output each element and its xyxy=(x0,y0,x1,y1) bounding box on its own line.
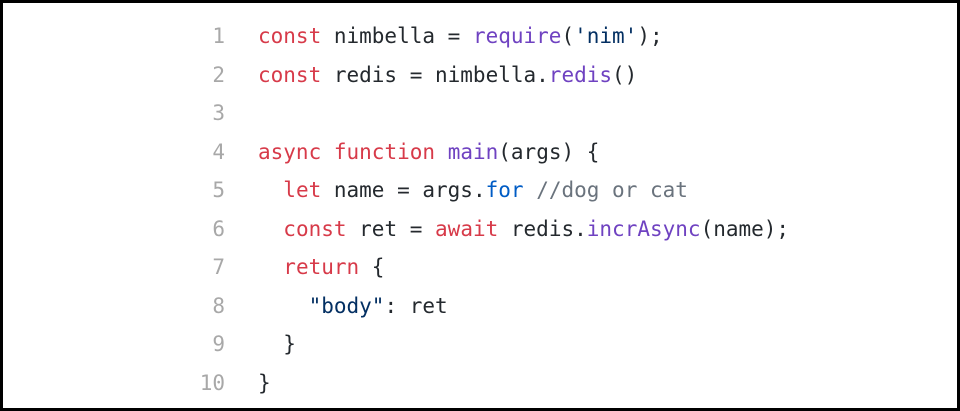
code-token: 'nim' xyxy=(574,24,638,48)
line-number: 9 xyxy=(212,332,225,356)
code-line: 6 const ret = await redis.incrAsync(name… xyxy=(3,210,957,249)
code-line-content: const nimbella = require('nim'); xyxy=(258,17,663,56)
code-token: redis xyxy=(548,62,613,87)
code-token: redis. xyxy=(498,216,587,241)
code-line-content: } xyxy=(258,325,296,364)
code-token: : ret xyxy=(384,293,448,318)
line-number: 7 xyxy=(212,255,225,279)
code-token: () xyxy=(612,62,638,87)
code-line: 1 const nimbella = require('nim'); xyxy=(3,17,957,56)
code-line-content: return { xyxy=(258,248,384,287)
code-token: const xyxy=(283,216,347,241)
line-number: 8 xyxy=(212,293,225,318)
code-line-content: const redis = nimbella.redis() xyxy=(258,56,637,95)
line-number: 2 xyxy=(212,62,225,87)
code-token: await xyxy=(435,216,499,241)
code-token: ret = xyxy=(346,216,436,241)
line-number: 6 xyxy=(212,216,225,241)
code-token: let xyxy=(283,178,322,202)
code-line-content: } xyxy=(258,364,271,403)
code-token: (name); xyxy=(700,216,790,241)
code-line: 2 const redis = nimbella.redis() xyxy=(3,56,957,95)
code-token: const xyxy=(258,62,322,87)
code-line-content: "body": ret xyxy=(258,287,448,326)
code-token: nimbella = xyxy=(321,24,473,48)
line-number: 3 xyxy=(212,101,225,125)
code-token: } xyxy=(258,370,271,395)
code-token: "body" xyxy=(308,293,385,318)
code-token: (args) { xyxy=(498,139,600,164)
code-token: ( xyxy=(561,24,575,48)
code-line-content: const ret = await redis.incrAsync(name); xyxy=(258,210,789,249)
code-token: { xyxy=(359,255,385,279)
code-token: function xyxy=(333,139,436,164)
code-line: 7 return { xyxy=(3,248,957,287)
code-line: 4 async function main(args) { xyxy=(3,133,957,172)
code-token: incrAsync xyxy=(586,216,701,241)
code-token: } xyxy=(258,332,296,356)
code-line: 9 } xyxy=(3,325,957,364)
line-number: 10 xyxy=(199,370,225,395)
code-line: 8 "body": ret xyxy=(3,287,957,326)
line-number: 1 xyxy=(212,24,225,48)
code-token: return xyxy=(283,255,360,279)
code-token: ); xyxy=(637,24,663,48)
code-token: const xyxy=(258,24,322,48)
code-token: async xyxy=(258,139,322,164)
code-token: require xyxy=(472,24,562,48)
code-line: 5 let name = args.for //dog or cat xyxy=(3,171,957,210)
code-line: 10} xyxy=(3,364,957,403)
code-line-content: let name = args.for //dog or cat xyxy=(258,171,688,210)
code-block: 1 const nimbella = require('nim'); 2 const … xyxy=(3,17,957,402)
code-token: main xyxy=(447,139,499,164)
code-token: redis = nimbella. xyxy=(321,62,549,87)
code-snippet-frame: 1 const nimbella = require('nim'); 2 const … xyxy=(0,0,960,411)
line-number: 4 xyxy=(212,139,225,164)
code-token: name = args. xyxy=(321,178,486,202)
line-number: 5 xyxy=(212,178,225,202)
code-token: //dog or cat xyxy=(536,178,688,202)
code-line: 3 xyxy=(3,94,957,133)
code-token: for xyxy=(485,178,524,202)
code-line-content: async function main(args) { xyxy=(258,133,599,172)
